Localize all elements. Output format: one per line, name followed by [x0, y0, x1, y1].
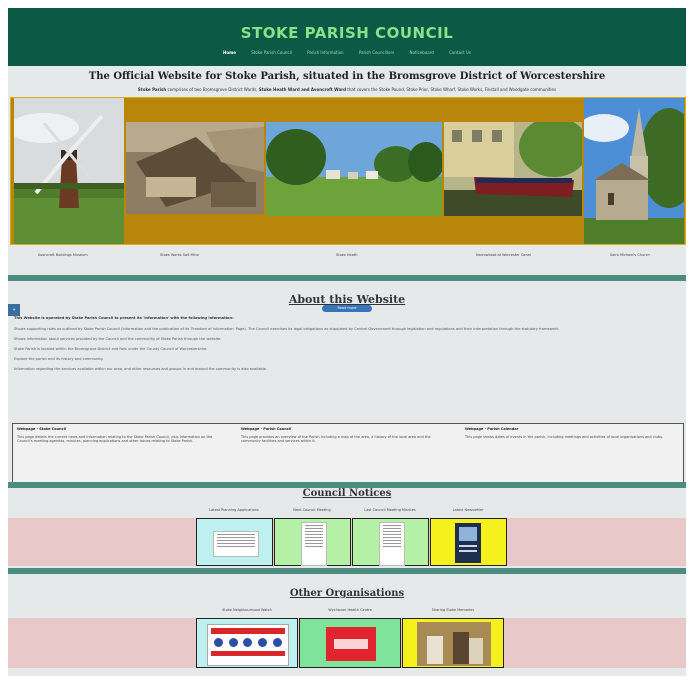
neighbourhood-watch-tile[interactable] — [196, 618, 298, 668]
next-meeting-tile[interactable] — [274, 518, 351, 566]
caption-museum: Avoncroft Buildings Museum — [38, 253, 88, 257]
nav-parish-councillors[interactable]: Parish Councillors — [359, 50, 394, 55]
stoke-memories-photo — [417, 622, 491, 666]
page: STOKE PARISH COUNCIL Home Stoke Parish C… — [8, 8, 686, 676]
tile-label: Stoke Neighbourhood Watch — [222, 608, 272, 612]
main-nav: Home Stoke Parish Council Parish Informa… — [8, 50, 686, 55]
neighbourhood-watch-logo — [207, 624, 289, 666]
tile-label: Latest Newsletter — [452, 508, 484, 512]
webpage-boxes: Webpage - Stoke Council This page detail… — [12, 423, 684, 483]
health-centre-tile[interactable] — [299, 618, 401, 668]
intro-lead: Stoke Parish — [137, 87, 167, 92]
tile-label: Sharing Stoke Memories — [431, 608, 475, 612]
tile-label: Latest Planning Applications — [209, 508, 259, 512]
webpage-box[interactable]: Webpage - Parish Council This page provi… — [241, 427, 451, 443]
tile-label: Wychavon Health Centre — [328, 608, 372, 612]
read-more-button[interactable]: Read more — [322, 305, 372, 312]
tile-label: Last Council Meeting Minutes — [364, 508, 416, 512]
meeting-minutes-tile[interactable] — [352, 518, 429, 566]
intro-text-1: comprises of two Bromsgrove District War… — [166, 87, 259, 92]
nav-home[interactable]: Home — [223, 50, 236, 55]
site-subtitle: The Official Website for Stoke Parish, s… — [88, 71, 606, 82]
stoke-memories-tile[interactable] — [402, 618, 504, 668]
webpage-box-text: This page details the current news and i… — [17, 435, 213, 443]
nav-contact-us[interactable]: Contact Us — [449, 50, 471, 55]
webpage-box-text: This page provides an overview of the Pa… — [241, 435, 431, 443]
webpage-box[interactable]: Webpage - Stoke Council This page detail… — [17, 427, 227, 443]
other-organisations-heading: Other Organisations — [289, 588, 405, 599]
about-paragraph: Information regarding the services avail… — [14, 367, 268, 371]
document-thumbnail — [379, 522, 405, 566]
council-notices-heading: Council Notices — [302, 488, 392, 499]
stoke-heath-photo — [266, 122, 442, 216]
health-centre-logo — [326, 627, 376, 661]
intro-text: Stoke Parish comprises of two Bromsgrove… — [8, 85, 686, 95]
newsletter-tile[interactable] — [430, 518, 507, 566]
caption-canal: Narrowboat at Worcester Canal — [476, 253, 531, 257]
windmill-photo — [14, 98, 124, 244]
document-thumbnail — [213, 531, 259, 557]
church-photo — [584, 98, 684, 244]
caption-heath: Stoke Heath — [336, 253, 358, 257]
nav-noticeboard[interactable]: Noticeboard — [410, 50, 434, 55]
intro-wards: Stoke Heath Ward and Avoncroft Ward — [258, 87, 347, 92]
caption-salt: Stoke Works Salt Mine — [160, 253, 199, 257]
saltworks-photo — [126, 122, 264, 214]
webpage-box-title: Webpage - Parish Calendar — [465, 427, 519, 431]
newsletter-thumbnail — [455, 523, 481, 563]
webpage-box[interactable]: Webpage - Parish Calendar This page show… — [465, 427, 675, 439]
section-divider — [8, 275, 686, 281]
nav-parish-information[interactable]: Parish Information — [307, 50, 343, 55]
nav-stoke-parish-council[interactable]: Stoke Parish Council — [251, 50, 292, 55]
planning-applications-tile[interactable] — [196, 518, 273, 566]
document-thumbnail — [301, 522, 327, 566]
tile-label: Next Council Meeting — [293, 508, 331, 512]
banner-captions: Avoncroft Buildings Museum Stoke Works S… — [8, 245, 686, 265]
edit-tab[interactable]: + — [8, 304, 20, 316]
intro-text-2: that covers the Stoke Pound, Stoke Prior… — [346, 87, 557, 92]
canal-photo — [444, 122, 582, 216]
webpage-box-text: This page shows dates of events in the p… — [465, 435, 664, 439]
site-header: STOKE PARISH COUNCIL Home Stoke Parish C… — [8, 8, 686, 66]
webpage-box-title: Webpage - Parish Council — [241, 427, 292, 431]
caption-church: Saint Michael's Church — [610, 253, 650, 257]
site-title[interactable]: STOKE PARISH COUNCIL — [8, 24, 686, 42]
section-divider — [8, 568, 686, 574]
photo-banner — [10, 97, 686, 245]
webpage-box-title: Webpage - Stoke Council — [17, 427, 67, 431]
